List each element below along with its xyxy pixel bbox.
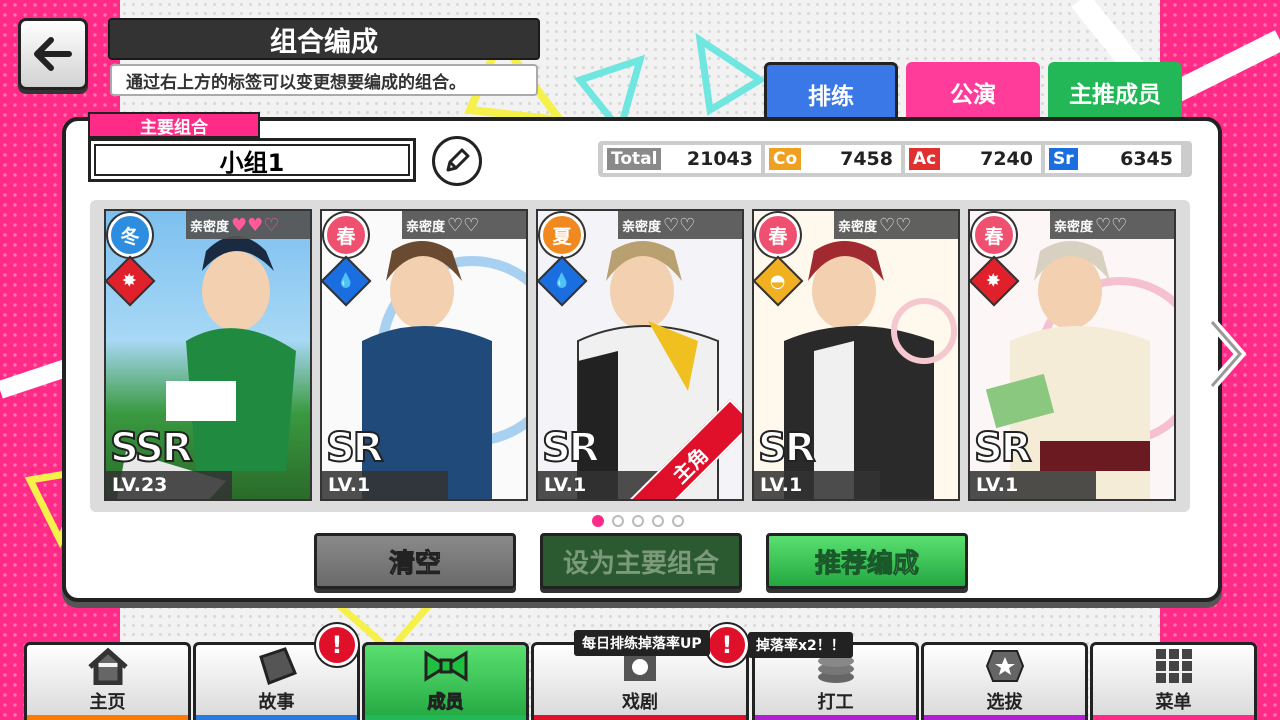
nav-selection[interactable]: 选拔: [921, 642, 1088, 720]
season-badge: 春: [756, 213, 800, 257]
affinity-bar: 亲密度 ♥♥♡: [186, 211, 310, 239]
page-dot[interactable]: [612, 515, 624, 527]
recommend-formation-button[interactable]: 推荐编成: [766, 533, 968, 589]
stat-ac: Ac 7240: [905, 145, 1041, 173]
page-dot[interactable]: [652, 515, 664, 527]
heart-icon: ♥♥♡: [231, 214, 280, 236]
heart-icon: ♡♡: [1095, 214, 1128, 236]
group-name-field[interactable]: 小组1: [88, 138, 416, 182]
work-bonus-tip: 掉落率x2！！: [748, 632, 853, 658]
stat-sr: Sr 6345: [1045, 145, 1181, 173]
star-badge-icon: [981, 646, 1029, 686]
card-level: LV.1: [970, 471, 1096, 499]
rarity-sr: SR: [973, 424, 1033, 472]
affinity-bar: 亲密度 ♡♡: [618, 211, 742, 239]
affinity-bar: 亲密度 ♡♡: [1050, 211, 1174, 239]
stat-co: Co 7458: [765, 145, 901, 173]
house-icon: [84, 646, 132, 686]
burst-icon: ✸: [986, 270, 1002, 292]
half-circle-icon: ◓: [770, 270, 786, 292]
rarity-sr: SR: [325, 424, 385, 472]
burst-icon: ✸: [122, 270, 138, 292]
affinity-bar: 亲密度 ♡♡: [402, 211, 526, 239]
card-level: LV.23: [106, 471, 232, 499]
pencil-icon: [446, 148, 470, 172]
season-badge: 冬: [108, 213, 152, 257]
bowtie-icon: [422, 646, 470, 686]
tab-rehearsal[interactable]: 排练: [764, 62, 898, 122]
heart-icon: ♡♡: [663, 214, 696, 236]
team-stats: Total 21043 Co 7458 Ac 7240 Sr 6345: [598, 141, 1192, 177]
pagination-dots: [592, 515, 684, 527]
season-badge: 夏: [540, 213, 584, 257]
alert-badge-icon: !: [706, 624, 748, 666]
next-page-arrow-icon[interactable]: [1206, 318, 1246, 390]
page-dot[interactable]: [672, 515, 684, 527]
card-level: LV.1: [754, 471, 880, 499]
nav-menu[interactable]: 菜单: [1090, 642, 1257, 720]
member-card[interactable]: 亲密度 ♡♡ 夏 💧 SR LV.1 主角: [536, 209, 744, 501]
page-title: 组合编成: [108, 18, 540, 60]
nav-home[interactable]: 主页: [24, 642, 191, 720]
arrow-left-icon: [34, 37, 72, 71]
alert-badge-icon: !: [316, 624, 358, 666]
clear-button[interactable]: 清空: [314, 533, 516, 589]
main-group-label: 主要组合: [88, 112, 260, 138]
rarity-sr: SR: [757, 424, 817, 472]
set-main-group-button[interactable]: 设为主要组合: [540, 533, 742, 589]
member-card[interactable]: 亲密度 ♡♡ 春 ✸ SR LV.1: [968, 209, 1176, 501]
nav-members[interactable]: 成员: [362, 642, 529, 720]
stat-total: Total 21043: [603, 145, 761, 173]
edit-name-button[interactable]: [432, 136, 482, 186]
back-button[interactable]: [18, 18, 88, 90]
page-subtitle: 通过右上方的标签可以变更想要编成的组合。: [110, 64, 538, 96]
rarity-sr: SR: [541, 424, 601, 472]
heart-icon: ♡♡: [447, 214, 480, 236]
heart-icon: ♡♡: [879, 214, 912, 236]
member-card[interactable]: 亲密度 ♡♡ 春 ◓ SR LV.1: [752, 209, 960, 501]
rarity-ssr: SSR: [109, 424, 194, 472]
water-drop-icon: 💧: [337, 273, 355, 289]
tab-featured-members[interactable]: 主推成员: [1048, 62, 1182, 118]
tab-performance[interactable]: 公演: [906, 62, 1040, 118]
member-card[interactable]: 亲密度 ♡♡ 春 💧 SR LV.1: [320, 209, 528, 501]
grid-icon: [1150, 646, 1198, 686]
page-dot[interactable]: [632, 515, 644, 527]
season-badge: 春: [324, 213, 368, 257]
season-badge: 春: [972, 213, 1016, 257]
affinity-bar: 亲密度 ♡♡: [834, 211, 958, 239]
member-card[interactable]: 亲密度 ♥♥♡ 冬 ✸ SSR LV.23: [104, 209, 312, 501]
drama-bonus-tip: 每日排练掉落率UP: [574, 630, 710, 656]
card-level: LV.1: [322, 471, 448, 499]
book-icon: [253, 646, 301, 686]
water-drop-icon: 💧: [553, 273, 571, 289]
page-dot[interactable]: [592, 515, 604, 527]
